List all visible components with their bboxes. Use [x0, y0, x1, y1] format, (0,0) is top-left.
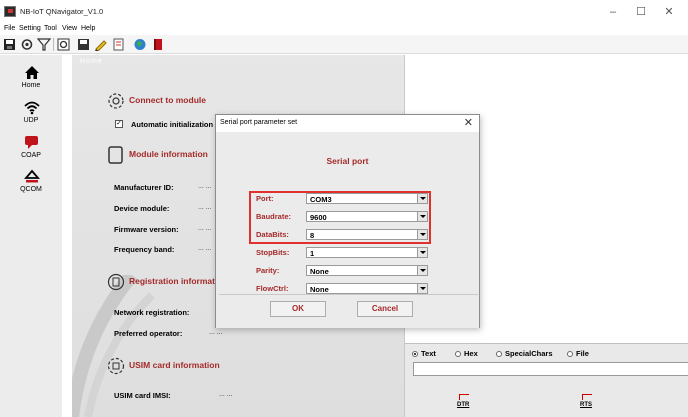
chat-icon — [24, 135, 40, 150]
dialog-title: Serial port parameter set — [220, 119, 298, 126]
dtr-toggle[interactable]: DTR — [457, 402, 469, 408]
dtr-indicator-icon — [459, 394, 469, 400]
frequency-band-value: ... ... — [198, 245, 212, 252]
sidebar-label-coap: COAP — [21, 152, 41, 159]
manufacturer-id-label: Manufacturer ID: — [114, 183, 174, 192]
mode-hex-radio[interactable]: Hex — [455, 349, 478, 358]
disk-icon[interactable] — [77, 38, 91, 51]
save-icon[interactable] — [3, 38, 17, 51]
filter-icon[interactable] — [36, 38, 52, 51]
ok-button[interactable]: OK — [270, 301, 326, 317]
globe-icon[interactable] — [133, 38, 147, 51]
pencil-icon[interactable] — [94, 38, 108, 52]
device-module-value: ... ... — [198, 204, 212, 211]
app-logo-icon — [4, 6, 16, 17]
firmware-version-label: Firmware version: — [114, 225, 179, 234]
dialog-divider — [219, 294, 478, 295]
module-info-title: Module information — [129, 149, 208, 159]
registration-icon — [107, 273, 125, 291]
dialog-body: Serial port Port: COM3 Baudrate: 9600 Da… — [216, 132, 479, 328]
device-module-label: Device module: — [114, 204, 170, 213]
mode-specialchars-radio[interactable]: SpecialChars — [496, 349, 553, 358]
rts-toggle[interactable]: RTS — [580, 402, 592, 408]
title-bar: NB-IoT QNavigator_V1.0 – ☐ ✕ — [0, 0, 688, 24]
gear-icon — [107, 92, 125, 110]
chevron-down-icon — [417, 284, 427, 293]
minimize-button[interactable]: – — [602, 4, 624, 20]
sidebar-label-home: Home — [21, 82, 41, 89]
dialog-heading: Serial port — [326, 156, 369, 166]
rts-indicator-icon — [582, 394, 592, 400]
usim-imsi-label: USIM card IMSI: — [114, 391, 171, 400]
baudrate-label: Baudrate: — [256, 212, 292, 221]
send-panel: Text Hex SpecialChars File DTR RTS — [405, 343, 688, 417]
eject-icon — [24, 169, 40, 184]
mode-text-radio[interactable]: Text — [412, 349, 436, 358]
menu-tool[interactable]: Tool — [44, 25, 57, 32]
chevron-down-icon — [417, 194, 427, 203]
usim-imsi-value: ... ... — [219, 391, 233, 398]
flowctrl-select[interactable]: None — [306, 283, 428, 294]
chevron-down-icon — [417, 230, 427, 239]
sidebar-item-udp[interactable]: UDP — [0, 100, 62, 134]
flowctrl-label: FlowCtrl: — [256, 284, 289, 293]
registration-title: Registration informati — [129, 276, 218, 286]
menu-setting[interactable]: Setting — [19, 25, 41, 32]
menu-help[interactable]: Help — [81, 25, 95, 32]
dialog-close-button[interactable]: ✕ — [464, 116, 473, 129]
sidebar-item-coap[interactable]: COAP — [0, 135, 62, 169]
home-icon — [24, 65, 40, 80]
manufacturer-id-value: ... ... — [198, 183, 212, 190]
reload-icon[interactable] — [57, 38, 71, 51]
firmware-version-value: ... ... — [198, 225, 212, 232]
sidebar-item-home[interactable]: Home — [0, 65, 62, 99]
parity-select[interactable]: None — [306, 265, 428, 276]
send-input[interactable] — [413, 362, 688, 376]
sidebar-label-qcom: QCOM — [20, 186, 42, 193]
frequency-band-label: Frequency band: — [114, 245, 175, 254]
port-label: Port: — [256, 194, 274, 203]
connect-title: Connect to module — [129, 95, 206, 105]
network-registration-label: Network registration: — [114, 308, 190, 317]
window-title: NB-IoT QNavigator_V1.0 — [20, 7, 104, 16]
databits-label: DataBits: — [256, 230, 289, 239]
chevron-down-icon — [417, 248, 427, 257]
panel-tab-home: Home — [80, 58, 103, 65]
close-button[interactable]: ✕ — [658, 4, 680, 20]
serial-port-dialog: Serial port parameter set ✕ Serial port … — [215, 114, 480, 328]
cancel-button[interactable]: Cancel — [357, 301, 413, 317]
parity-label: Parity: — [256, 266, 280, 275]
toolbar-separator — [53, 38, 54, 51]
menu-view[interactable]: View — [62, 25, 77, 32]
port-select[interactable]: COM3 — [306, 193, 428, 204]
mode-file-radio[interactable]: File — [567, 349, 589, 358]
maximize-button[interactable]: ☐ — [630, 4, 652, 20]
sidebar: Home UDP COAP QCOM — [0, 55, 62, 417]
preferred-operator-label: Preferred operator: — [114, 329, 183, 338]
document-icon[interactable] — [112, 38, 126, 51]
stopbits-select[interactable]: 1 — [306, 247, 428, 258]
preferred-operator-value: ... ... — [209, 329, 223, 336]
sidebar-label-udp: UDP — [23, 117, 39, 124]
toolbar — [0, 35, 688, 54]
auto-init-label: Automatic initialization — [131, 120, 214, 129]
wifi-icon — [24, 100, 40, 115]
document-outline-icon — [107, 146, 125, 164]
chevron-down-icon — [417, 212, 427, 221]
baudrate-select[interactable]: 9600 — [306, 211, 428, 222]
book-icon[interactable] — [151, 38, 165, 51]
settings-icon[interactable] — [20, 38, 34, 51]
sidebar-item-qcom[interactable]: QCOM — [0, 169, 62, 203]
menu-file[interactable]: File — [4, 25, 15, 32]
auto-init-checkbox[interactable]: ✓ — [115, 120, 123, 128]
databits-select[interactable]: 8 — [306, 229, 428, 240]
sim-card-icon — [107, 357, 125, 375]
usim-title: USIM card information — [129, 360, 220, 370]
chevron-down-icon — [417, 266, 427, 275]
stopbits-label: StopBits: — [256, 248, 290, 257]
menu-bar: File Setting Tool View Help — [0, 24, 688, 35]
